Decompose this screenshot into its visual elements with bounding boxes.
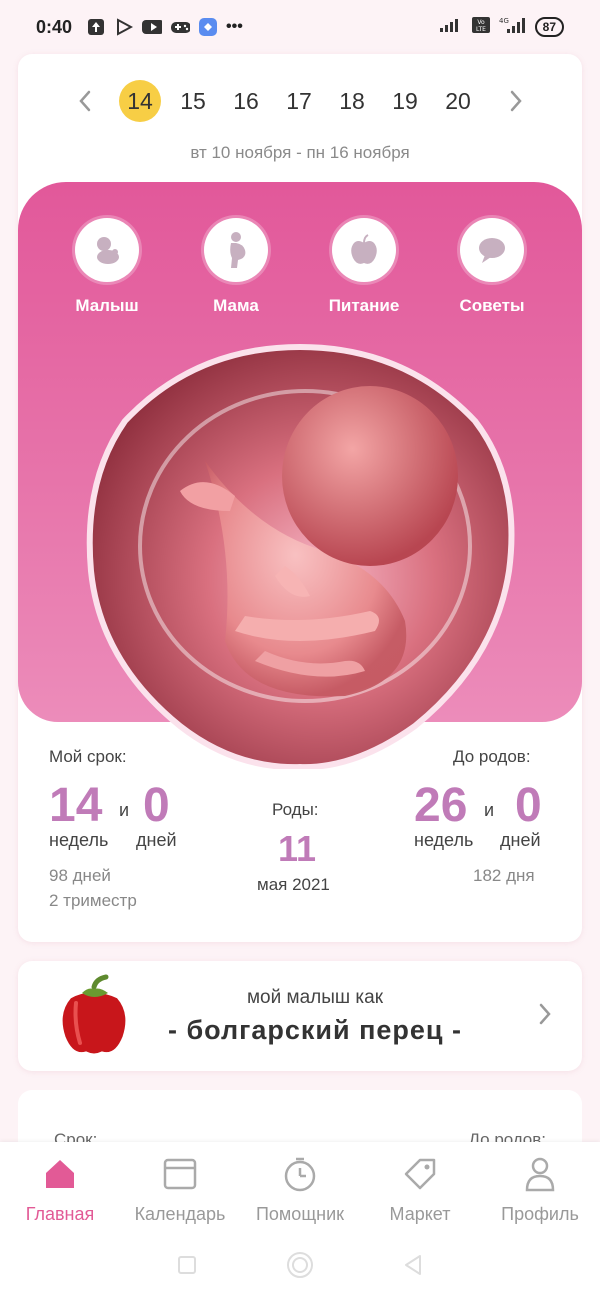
home-button[interactable] <box>285 1250 315 1285</box>
baby-size-fruit: - болгарский перец - <box>167 1015 463 1045</box>
week-19-button[interactable]: 19 <box>384 80 426 122</box>
system-nav-bar <box>0 1236 600 1299</box>
category-label: Мама <box>213 296 259 315</box>
tab-label: Профиль <box>501 1204 579 1224</box>
triangle-back-icon <box>405 1255 421 1275</box>
until-weeks-value: 26 <box>414 779 468 832</box>
status-bar: 0:40 ••• Vo LTE 4G 87 <box>0 0 600 54</box>
chevron-right-icon <box>510 90 522 112</box>
tab-label: Календарь <box>134 1204 226 1224</box>
youtube-icon <box>142 17 163 37</box>
chevron-right-icon <box>538 1003 552 1030</box>
profile-icon <box>525 1157 555 1192</box>
week-16-button[interactable]: 16 <box>225 80 267 122</box>
category-label: Малыш <box>75 296 139 315</box>
svg-text:4G: 4G <box>499 17 509 25</box>
home-icon <box>46 1160 74 1188</box>
category-baby[interactable]: Малыш <box>47 218 167 316</box>
previous-week-button[interactable] <box>70 86 100 116</box>
svg-text:LTE: LTE <box>476 26 486 33</box>
battery-indicator: 87 <box>534 17 564 37</box>
timer-icon <box>284 1157 316 1192</box>
tab-label: Главная <box>25 1204 95 1224</box>
status-time: 0:40 <box>36 16 73 37</box>
play-store-icon <box>114 17 134 37</box>
stats-section: Мой срок: 14 и 0 недель дней 98 дней 2 т… <box>18 742 582 942</box>
weeks-unit: недель <box>414 830 474 850</box>
category-label: Питание <box>328 296 400 315</box>
birth-label: Роды: <box>272 800 319 819</box>
and-text: и <box>484 800 495 820</box>
days-unit: дней <box>136 830 177 850</box>
tag-icon <box>404 1158 436 1190</box>
week-20-button[interactable]: 20 <box>437 80 479 122</box>
birth-month: мая 2021 <box>257 875 330 894</box>
week-15-button[interactable]: 15 <box>172 80 214 122</box>
weeks-unit: недель <box>49 830 109 850</box>
tab-profile[interactable]: Профиль <box>480 1142 600 1236</box>
app-icon <box>198 17 218 37</box>
week-selector: 14 15 16 17 18 19 20 <box>18 80 582 122</box>
birth-day: 11 <box>278 828 317 869</box>
my-days-value: 0 <box>143 779 170 832</box>
next-week-button[interactable] <box>501 86 531 116</box>
more-notifications-icon: ••• <box>226 18 243 35</box>
category-tips[interactable]: Советы <box>432 218 552 316</box>
back-button[interactable] <box>403 1254 423 1281</box>
gamepad-icon <box>170 17 191 37</box>
week-date-range: вт 10 ноября - пн 16 ноября <box>190 143 410 162</box>
week-17-button[interactable]: 17 <box>278 80 320 122</box>
week-14-button[interactable]: 14 <box>119 80 161 122</box>
signal-icon <box>439 17 463 38</box>
baby-size-caption: мой малыш как <box>246 987 384 1008</box>
baby-icon <box>97 237 119 264</box>
until-birth-label: До родов: <box>453 747 531 766</box>
tab-home[interactable]: Главная <box>0 1142 120 1236</box>
bottom-tab-bar: Главная Календарь Помощник Маркет Профил… <box>0 1142 600 1236</box>
category-nutrition[interactable]: Питание <box>304 218 424 316</box>
my-weeks-value: 14 <box>49 779 103 832</box>
signal-4g-icon: 4G <box>499 16 527 39</box>
category-label: Советы <box>459 296 525 315</box>
baby-size-card[interactable]: мой малыш как - болгарский перец - <box>18 961 582 1071</box>
week-18-button[interactable]: 18 <box>331 80 373 122</box>
until-days-value: 0 <box>515 779 542 832</box>
days-unit: дней <box>500 830 541 850</box>
apple-icon <box>351 234 377 264</box>
circle-icon <box>287 1252 313 1278</box>
my-term-label: Мой срок: <box>49 747 127 766</box>
upload-icon <box>86 17 106 37</box>
svg-text:Vo: Vo <box>477 19 485 26</box>
square-icon <box>178 1256 196 1274</box>
tab-label: Маркет <box>389 1204 451 1224</box>
trimester: 2 триместр <box>49 891 137 910</box>
and-text: и <box>119 800 130 820</box>
tab-market[interactable]: Маркет <box>360 1142 480 1236</box>
recent-apps-button[interactable] <box>177 1255 197 1280</box>
tab-label: Помощник <box>255 1204 344 1224</box>
until-total: 182 дня <box>473 866 535 885</box>
days-total: 98 дней <box>49 866 111 885</box>
tab-calendar[interactable]: Календарь <box>120 1142 240 1236</box>
tab-assistant[interactable]: Помощник <box>240 1142 360 1236</box>
calendar-icon <box>163 1158 197 1190</box>
pregnancy-overview-card: 14 15 16 17 18 19 20 вт 10 ноября - пн 1… <box>18 54 582 942</box>
volte-icon: Vo LTE <box>471 16 491 39</box>
chevron-left-icon <box>79 90 91 112</box>
pregnant-icon <box>230 232 246 268</box>
fetus-illustration <box>85 341 515 771</box>
category-mom[interactable]: Мама <box>176 218 296 316</box>
chat-bubble-icon <box>479 238 505 263</box>
